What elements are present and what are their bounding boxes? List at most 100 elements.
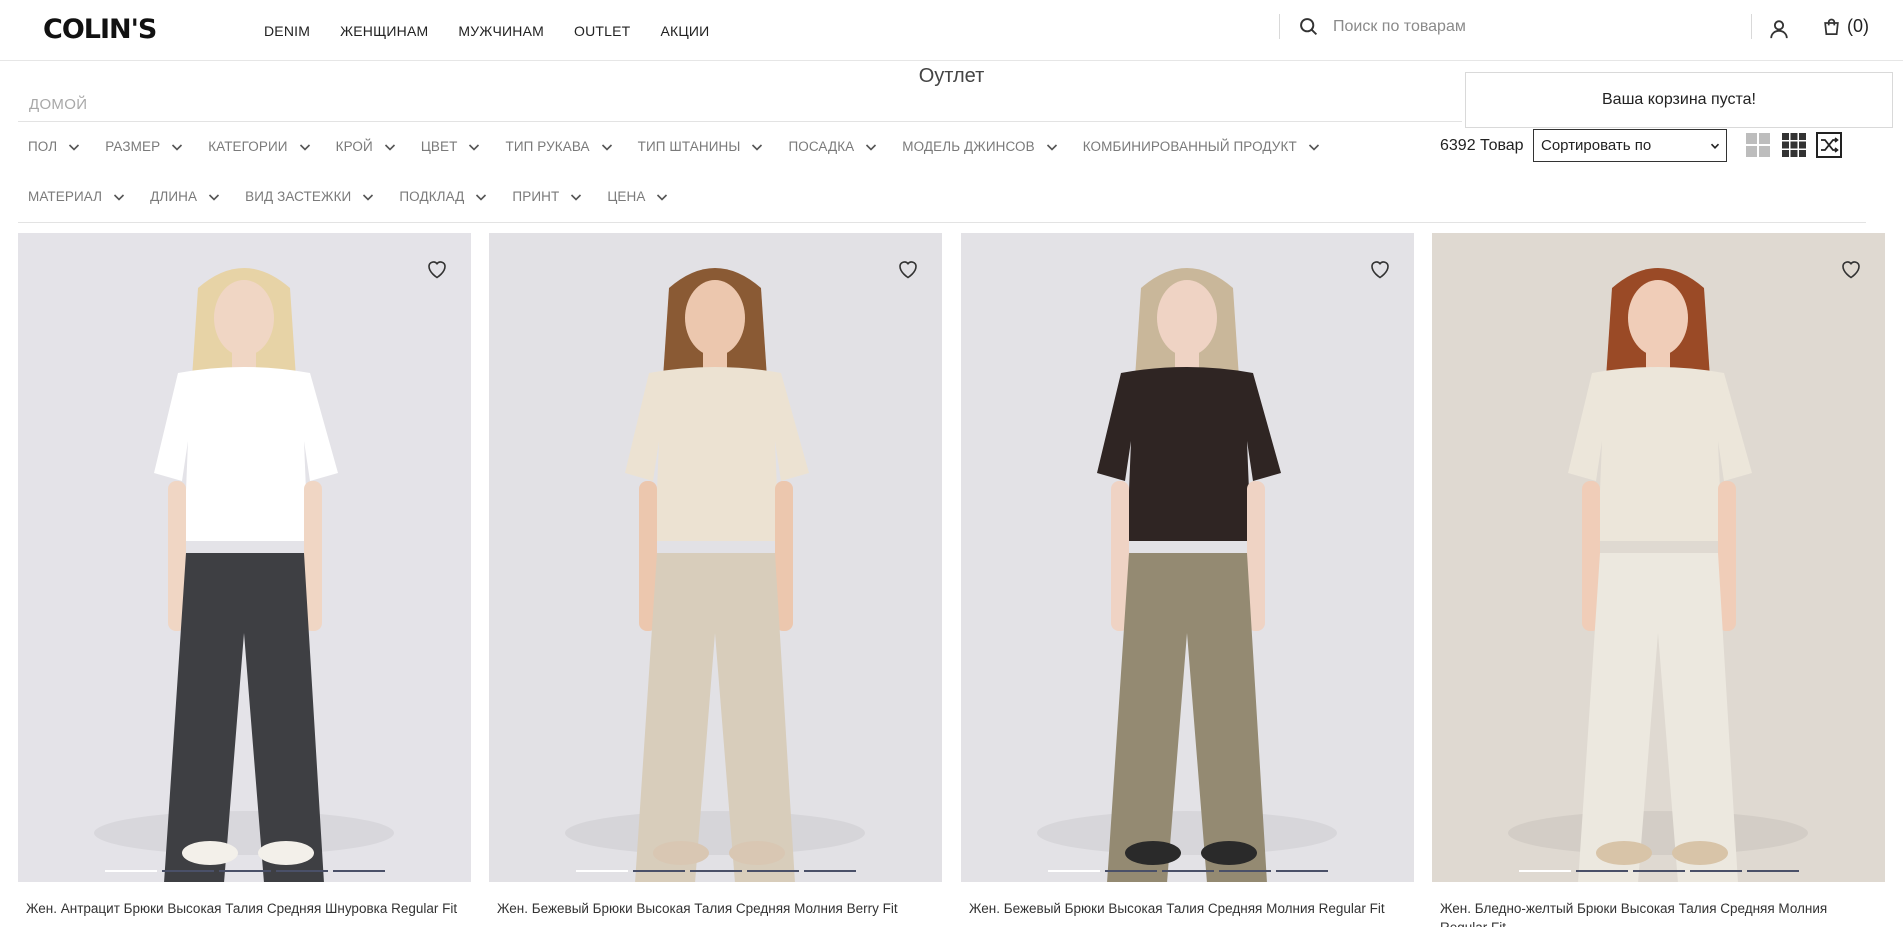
filter-label: ПРИНТ	[512, 189, 560, 204]
carousel-dot[interactable]	[104, 870, 157, 872]
shuffle-view-icon[interactable]	[1816, 132, 1842, 158]
filter-dropdown[interactable]: МОДЕЛЬ ДЖИНСОВ	[902, 139, 1058, 154]
filter-dropdown[interactable]: ТИП ШТАНИНЫ	[638, 139, 765, 154]
carousel-dot[interactable]	[1104, 870, 1157, 872]
filter-dropdown[interactable]: ПРИНТ	[512, 189, 583, 204]
product-photo	[1037, 268, 1337, 882]
product-photo	[1508, 268, 1808, 882]
filter-label: КОМБИНИРОВАННЫЙ ПРОДУКТ	[1082, 139, 1297, 154]
filter-label: МАТЕРИАЛ	[28, 189, 103, 204]
carousel-dot[interactable]	[1689, 870, 1742, 872]
nav-denim[interactable]: DENIM	[264, 23, 310, 39]
filter-dropdown[interactable]: ЦВЕТ	[421, 139, 482, 154]
grid-3-view-icon[interactable]	[1781, 132, 1807, 158]
heart-icon[interactable]	[896, 257, 920, 281]
filter-dropdown[interactable]: КРОЙ	[336, 139, 397, 154]
sort-select[interactable]: Сортировать по	[1533, 129, 1727, 162]
image-carousel-indicator[interactable]	[961, 870, 1414, 872]
carousel-dot[interactable]	[1161, 870, 1214, 872]
user-icon[interactable]	[1768, 18, 1790, 40]
product-name[interactable]: Жен. Бежевый Брюки Высокая Талия Средняя…	[489, 899, 929, 918]
heart-icon[interactable]	[425, 257, 449, 281]
filter-label: МОДЕЛЬ ДЖИНСОВ	[902, 139, 1035, 154]
carousel-dot[interactable]	[803, 870, 856, 872]
carousel-dot[interactable]	[689, 870, 742, 872]
filter-dropdown[interactable]: ВИД ЗАСТЕЖКИ	[245, 189, 375, 204]
filter-dropdown[interactable]: ПОЛ	[28, 139, 81, 154]
chevron-down-icon	[866, 143, 877, 151]
chevron-down-icon	[1308, 143, 1319, 151]
filter-label: РАЗМЕР	[105, 139, 161, 154]
grid-2-view-icon[interactable]	[1745, 132, 1771, 158]
cart-button[interactable]: (0)	[1822, 16, 1869, 37]
heart-icon[interactable]	[1368, 257, 1392, 281]
header-divider	[1751, 14, 1752, 39]
nav-outlet[interactable]: OUTLET	[574, 23, 630, 39]
product-name[interactable]: Жен. Антрацит Брюки Высокая Талия Средня…	[18, 899, 458, 918]
filter-dropdown[interactable]: ТИП РУКАВА	[505, 139, 613, 154]
filter-dropdown[interactable]: ПОДКЛАД	[399, 189, 488, 204]
product-image[interactable]	[1432, 233, 1885, 882]
product-name[interactable]: Жен. Бежевый Брюки Высокая Талия Средняя…	[961, 899, 1401, 918]
filter-dropdown[interactable]: ДЛИНА	[150, 189, 221, 204]
chevron-down-icon	[601, 143, 612, 151]
carousel-dot[interactable]	[1518, 870, 1571, 872]
carousel-dot[interactable]	[1218, 870, 1271, 872]
search-input[interactable]	[1333, 17, 1733, 36]
chevron-down-icon	[469, 143, 480, 151]
breadcrumb-divider	[18, 121, 1462, 122]
filter-label: ЦЕНА	[607, 189, 646, 204]
carousel-dot[interactable]	[1632, 870, 1685, 872]
chevron-down-icon	[657, 193, 668, 201]
filter-label: ДЛИНА	[150, 189, 198, 204]
product-card[interactable]: Жен. Антрацит Брюки Высокая Талия Средня…	[18, 233, 471, 918]
filter-label: ПОЛ	[28, 139, 58, 154]
image-carousel-indicator[interactable]	[489, 870, 942, 872]
product-image[interactable]	[489, 233, 942, 882]
carousel-dot[interactable]	[575, 870, 628, 872]
carousel-dot[interactable]	[1275, 870, 1328, 872]
cart-empty-popup: Ваша корзина пуста!	[1465, 72, 1893, 128]
product-image[interactable]	[18, 233, 471, 882]
carousel-dot[interactable]	[275, 870, 328, 872]
breadcrumb-home[interactable]: ДОМОЙ	[29, 96, 87, 113]
carousel-dot[interactable]	[161, 870, 214, 872]
image-carousel-indicator[interactable]	[18, 870, 471, 872]
filter-dropdown[interactable]: КАТЕГОРИИ	[208, 139, 311, 154]
nav-sales[interactable]: АКЦИИ	[660, 23, 709, 39]
product-name[interactable]: Жен. Бледно-желтый Брюки Высокая Талия С…	[1432, 899, 1872, 927]
product-image[interactable]	[961, 233, 1414, 882]
chevron-down-icon	[363, 193, 374, 201]
filter-dropdown[interactable]: ЦЕНА	[607, 189, 669, 204]
filter-label: ВИД ЗАСТЕЖКИ	[245, 189, 352, 204]
chevron-down-icon	[299, 143, 310, 151]
filter-label: ЦВЕТ	[420, 139, 458, 154]
product-card[interactable]: Жен. Бежевый Брюки Высокая Талия Средняя…	[961, 233, 1414, 918]
filter-dropdown[interactable]: РАЗМЕР	[105, 139, 184, 154]
carousel-dot[interactable]	[1575, 870, 1628, 872]
carousel-dot[interactable]	[332, 870, 385, 872]
carousel-dot[interactable]	[632, 870, 685, 872]
search-bar	[1298, 16, 1733, 37]
chevron-down-icon	[1710, 143, 1720, 149]
product-card[interactable]: Жен. Бледно-желтый Брюки Высокая Талия С…	[1432, 233, 1885, 927]
carousel-dot[interactable]	[1746, 870, 1799, 872]
carousel-dot[interactable]	[746, 870, 799, 872]
filter-dropdown[interactable]: МАТЕРИАЛ	[28, 189, 126, 204]
chevron-down-icon	[571, 193, 582, 201]
heart-icon[interactable]	[1839, 257, 1863, 281]
carousel-dot[interactable]	[218, 870, 271, 872]
filter-dropdown[interactable]: ПОСАДКА	[788, 139, 878, 154]
image-carousel-indicator[interactable]	[1432, 870, 1885, 872]
logo[interactable]: COLIN'S	[43, 14, 157, 45]
chevron-down-icon	[209, 193, 220, 201]
filter-dropdown[interactable]: КОМБИНИРОВАННЫЙ ПРОДУКТ	[1083, 139, 1321, 154]
product-count: 6392 Товар	[1440, 137, 1524, 154]
carousel-dot[interactable]	[1047, 870, 1100, 872]
product-card[interactable]: Жен. Бежевый Брюки Высокая Талия Средняя…	[489, 233, 942, 918]
nav-women[interactable]: ЖЕНЩИНАМ	[340, 23, 428, 39]
cart-empty-message: Ваша корзина пуста!	[1602, 91, 1756, 108]
cart-icon	[1824, 18, 1839, 35]
nav-men[interactable]: МУЖЧИНАМ	[458, 23, 544, 39]
search-icon[interactable]	[1298, 16, 1319, 37]
